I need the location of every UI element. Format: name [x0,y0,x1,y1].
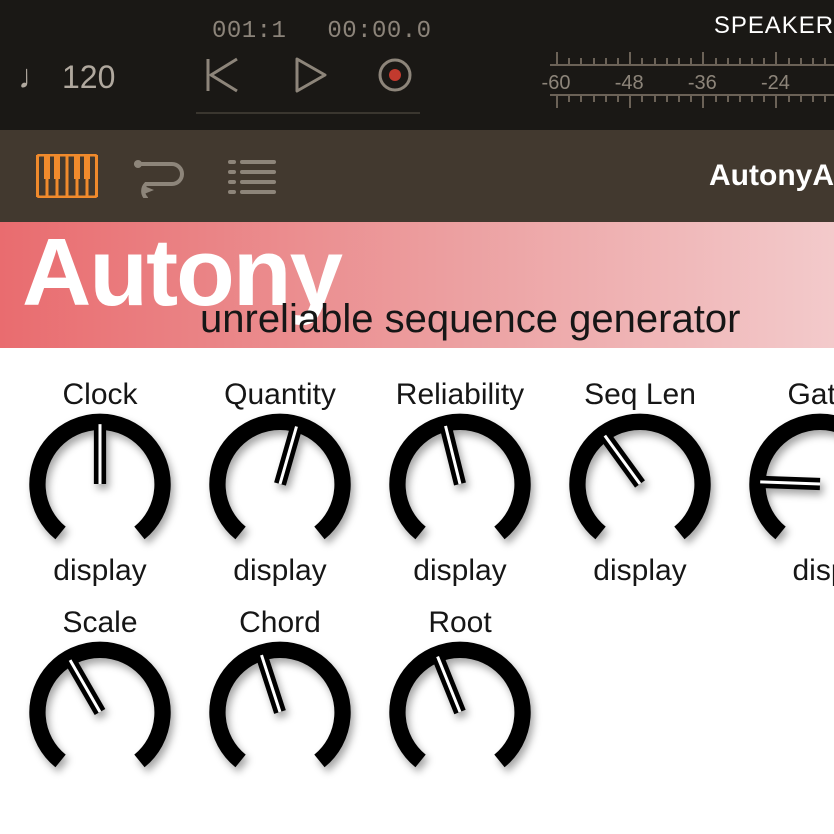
knob-clock: Clock display [30,378,170,588]
knob-root: Root [390,606,530,782]
knob-label: Clock [62,378,137,412]
knob-label: Quantity [224,378,336,412]
routing-view-button[interactable] [122,146,196,206]
knob-dial[interactable] [32,644,168,780]
knob-value: display [53,554,146,588]
bar-beat: 001:1 [212,18,286,45]
knob-dial[interactable] [32,416,168,552]
knob-label: Chord [239,606,321,640]
plugin-header: Autony unreliable sequence generator [0,222,834,348]
knob-row-1: Clock display Quantity display Reliability di… [30,378,804,588]
knob-value: display [413,554,506,588]
tempo-value: 120 [62,59,115,96]
meter-tick-label: -24 [761,72,790,95]
position-readout: 001:1 00:00.0 [212,18,458,45]
plugin-name-label: AutonyA [709,159,834,193]
knob-value: display [593,554,686,588]
knob-seq-len: Seq Len display [570,378,710,588]
app-toolbar: AutonyA [0,130,834,222]
time-readout: 00:00.0 [327,18,431,45]
knob-gate: Gate disp [750,378,834,588]
quarter-note-icon: ♩ [18,58,52,97]
rewind-button[interactable] [200,52,246,98]
knob-label: Scale [62,606,137,640]
knob-dial[interactable] [212,416,348,552]
keyboard-view-button[interactable] [30,146,104,206]
knob-row-2: Scale Chord Root [30,606,804,782]
knob-dial[interactable] [212,644,348,780]
knob-scale: Scale [30,606,170,782]
routing-icon [132,154,186,198]
knob-quantity: Quantity display [210,378,350,588]
transport-bar: 001:1 00:00.0 SPEAKER ♩ 120 [0,0,834,130]
transport-buttons [200,52,418,98]
meter-tick-label: -36 [688,72,717,95]
knob-dial[interactable] [572,416,708,552]
list-icon [226,156,276,196]
knob-label: Seq Len [584,378,696,412]
speaker-label: SPEAKER [714,12,834,40]
knob-dial[interactable] [752,416,834,552]
knob-label: Root [428,606,491,640]
knob-label: Gate [787,378,834,412]
knob-value: display [233,554,326,588]
knob-label: Reliability [396,378,524,412]
meter-tick-label: -48 [615,72,644,95]
play-button[interactable] [286,52,332,98]
plugin-panel: Clock display Quantity display Reliability di… [0,348,834,834]
transport-underline [196,112,420,114]
knob-dial[interactable] [392,644,528,780]
knob-value: disp [792,554,834,588]
knob-reliability: Reliability display [390,378,530,588]
knob-chord: Chord [210,606,350,782]
output-meter: -60-48-36-24 [550,50,834,110]
meter-tick-label: -60 [542,72,571,95]
list-view-button[interactable] [214,146,288,206]
knob-dial[interactable] [392,416,528,552]
plugin-subtitle: unreliable sequence generator [200,297,740,342]
record-button[interactable] [372,52,418,98]
tempo-field[interactable]: ♩ 120 [18,58,115,97]
keyboard-icon [36,154,98,198]
